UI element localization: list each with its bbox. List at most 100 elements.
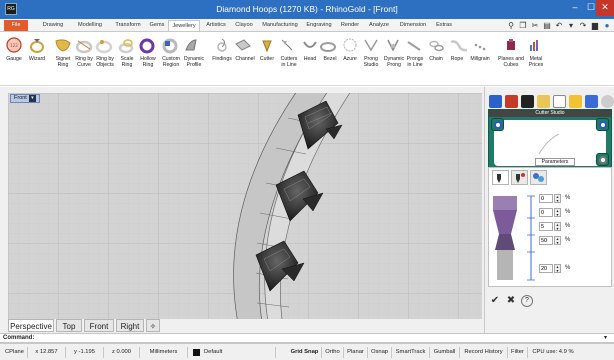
cancel-x-icon[interactable]: ✖ (505, 295, 517, 307)
tab-artistics[interactable]: Artistics (202, 20, 230, 31)
tab-right[interactable]: Right (116, 319, 144, 332)
filter-toggle[interactable]: Filter (508, 347, 528, 358)
tab-engraving[interactable]: Engraving (302, 20, 336, 31)
tab-jewellery[interactable]: Jewellery (168, 20, 200, 31)
tab-clayoo[interactable]: Clayoo (232, 20, 256, 31)
viewport-label[interactable]: Front ▾ (10, 94, 40, 103)
dynamic-profile-button[interactable]: Dynamic Profile (182, 32, 206, 86)
properties-panel-icon[interactable] (489, 95, 502, 108)
close-button[interactable]: ✕ (596, 0, 614, 16)
help-icon[interactable]: ● (602, 20, 612, 31)
param-spinner-4[interactable]: ▴ ▾ (554, 236, 561, 245)
chain-button[interactable]: Chain (426, 32, 446, 86)
param-tab-gems-icon[interactable] (530, 170, 547, 185)
rope-button[interactable]: Rope (448, 32, 466, 86)
help-panel-icon[interactable] (553, 95, 566, 108)
copy-icon[interactable]: ❐ (518, 20, 528, 31)
cutter-style-top-right-icon[interactable] (596, 118, 609, 131)
notes-panel-icon[interactable] (569, 95, 582, 108)
units-display[interactable]: Millimeters (140, 347, 188, 358)
tab-drawing[interactable]: Drawing (36, 20, 70, 31)
tab-analyze[interactable]: Analyze (364, 20, 394, 31)
command-dropdown-icon[interactable]: ▾ (604, 334, 607, 341)
cutter-studio-panel-icon[interactable] (537, 95, 550, 108)
panel-more-icon[interactable] (601, 95, 614, 108)
tab-file[interactable]: File (4, 20, 28, 31)
layers-panel-icon[interactable] (505, 95, 518, 108)
layer-display[interactable]: Default (188, 347, 276, 358)
findings-button[interactable]: Findings (210, 32, 234, 86)
hollow-ring-button[interactable]: Hollow Ring (138, 32, 158, 86)
ok-check-icon[interactable]: ✔ (489, 295, 501, 307)
named-views-panel-icon[interactable] (585, 95, 598, 108)
tab-top[interactable]: Top (56, 319, 82, 332)
osnap-toggle[interactable]: Osnap (368, 347, 392, 358)
smarttrack-toggle[interactable]: SmartTrack (392, 347, 430, 358)
azure-button[interactable]: Azure (340, 32, 360, 86)
param-tab-shape-icon[interactable] (492, 170, 509, 185)
viewport-canvas (8, 93, 482, 319)
param-input-4[interactable] (539, 236, 553, 245)
param-tab-cutter-icon[interactable] (511, 170, 528, 185)
cutters-in-line-button[interactable]: Cutters in Line (278, 32, 300, 86)
millgrain-button[interactable]: Millgrain (468, 32, 492, 86)
metal-prices-button[interactable]: Metal Prices (526, 32, 546, 86)
param-input-5[interactable] (539, 264, 553, 273)
tab-front[interactable]: Front (84, 319, 114, 332)
tab-manufacturing[interactable]: Manufacturing (258, 20, 302, 31)
ortho-toggle[interactable]: Ortho (322, 347, 344, 358)
z-coordinate: z 0.000 (104, 347, 140, 358)
viewport-menu-arrow-icon[interactable]: ▾ (28, 95, 36, 102)
channel-button[interactable]: Channel (234, 32, 256, 86)
tab-perspective[interactable]: Perspective (8, 319, 54, 332)
display-panel-icon[interactable] (521, 95, 534, 108)
front-viewport[interactable] (8, 93, 482, 319)
planar-toggle[interactable]: Planar (344, 347, 368, 358)
cut-icon[interactable]: ✂ (530, 20, 540, 31)
signet-ring-button[interactable]: Signet Ring (52, 32, 74, 86)
param-spinner-3[interactable]: ▴ ▾ (554, 222, 561, 231)
planes-and-cubes-button[interactable]: Planes and Cubes (496, 32, 526, 86)
param-input-2[interactable] (539, 208, 553, 217)
param-input-1[interactable] (539, 194, 553, 203)
tab-extras[interactable]: Extras (432, 20, 456, 31)
command-input[interactable] (36, 335, 596, 343)
gauge-button[interactable]: Gauge (4, 32, 24, 86)
wizard-button[interactable]: Wizard (26, 32, 48, 86)
bezel-button[interactable]: Bezel (320, 32, 340, 86)
ring-by-objects-button[interactable]: Ring by Objects (94, 32, 116, 86)
ring-by-curve-button[interactable]: Ring by Curve (74, 32, 94, 86)
record-history-toggle[interactable]: Record History (460, 347, 508, 358)
param-input-3[interactable] (539, 222, 553, 231)
save-icon[interactable]: ▆ (590, 20, 600, 31)
custom-region-button[interactable]: Custom Region (160, 32, 182, 86)
prong-studio-button[interactable]: Prong Studio (360, 32, 382, 86)
gumball-toggle[interactable]: Gumball (430, 347, 460, 358)
pin-icon[interactable]: ⚲ (506, 20, 516, 31)
tab-dimension[interactable]: Dimension (396, 20, 430, 31)
dynamic-prong-button[interactable]: Dynamic Prong (382, 32, 406, 86)
undo-icon[interactable]: ↶ (554, 20, 564, 31)
cutter-style-bottom-right-icon[interactable] (596, 153, 609, 166)
tab-modelling[interactable]: Modelling (72, 20, 108, 31)
head-button[interactable]: Head (300, 32, 320, 86)
help-question-icon[interactable]: ? (521, 295, 533, 307)
param-spinner-2[interactable]: ▴ ▾ (554, 208, 561, 217)
cutter-style-top-left-icon[interactable] (491, 118, 504, 131)
paste-icon[interactable]: ▤ (542, 20, 552, 31)
scale-ring-button[interactable]: Scale Ring (118, 32, 136, 86)
tab-gems[interactable]: Gems (146, 20, 168, 31)
param-spinner-5[interactable]: ▴ ▾ (554, 264, 561, 273)
prongs-in-line-button[interactable]: Prongs in Line (404, 32, 426, 86)
ribbon-tab-bar: File Drawing Modelling Transform Gems Je… (0, 19, 614, 31)
add-viewport-tab-icon[interactable]: ✧ (146, 319, 160, 332)
cutter-button[interactable]: Cutter (256, 32, 278, 86)
metal-prices-label: Metal Prices (528, 56, 544, 68)
param-spinner-1[interactable]: ▴ ▾ (554, 194, 561, 203)
grid-snap-toggle[interactable]: Grid Snap (288, 347, 322, 358)
viewport-frame: Front ▾ (0, 87, 484, 333)
tab-transform[interactable]: Transform (110, 20, 146, 31)
tab-render[interactable]: Render (338, 20, 362, 31)
redo-icon[interactable]: ↷ (578, 20, 588, 31)
undo-dropdown-icon[interactable]: ▾ (566, 20, 576, 31)
